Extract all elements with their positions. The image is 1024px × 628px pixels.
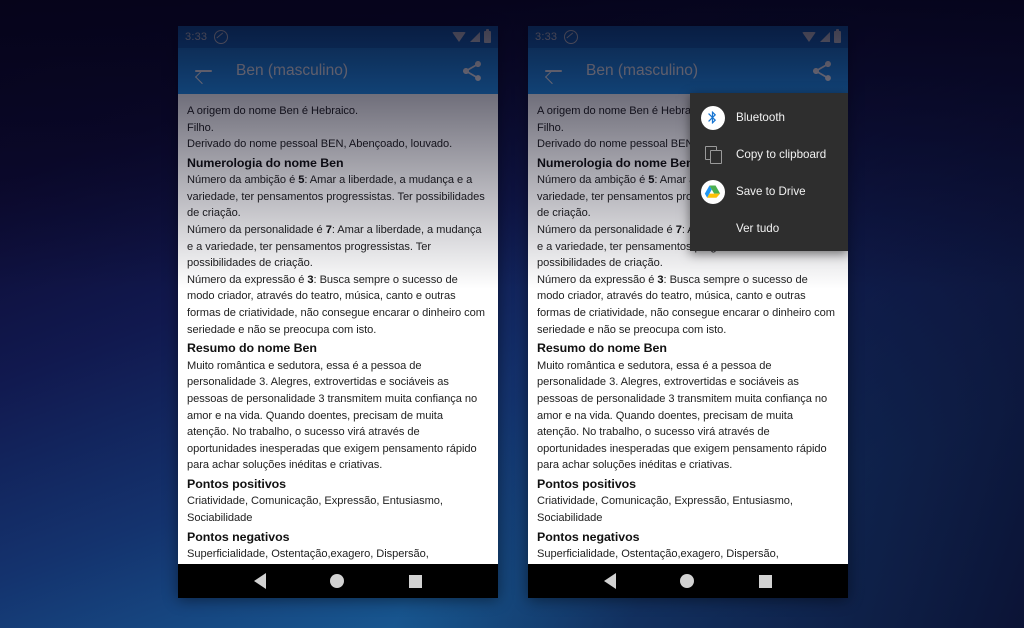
content-paragraph: Superficialidade, Ostentação,exagero, Di… [187,548,429,561]
share-menu-item-ver-tudo[interactable]: Ver tudo [690,210,848,247]
content-paragraph: Superficialidade, Ostentação,exagero, Di… [537,548,779,561]
content-heading: Pontos positivos [537,476,637,491]
nav-recents-icon[interactable] [758,574,772,588]
share-menu-item-label: Save to Drive [736,185,806,198]
navigation-bar [178,564,498,598]
nav-back-icon[interactable] [254,573,267,589]
share-menu[interactable]: Bluetooth Copy to clipboard Save to Driv… [690,93,848,251]
navigation-bar [528,564,848,598]
share-menu-item-label: Copy to clipboard [736,148,827,161]
share-menu-item-bluetooth[interactable]: Bluetooth [690,99,848,136]
bluetooth-icon [700,105,725,130]
content-heading: Pontos positivos [187,476,287,491]
share-menu-item-label: Bluetooth [736,111,785,124]
share-menu-item-label: Ver tudo [736,222,780,235]
content-heading: Resumo do nome Ben [537,341,667,356]
content-heading: Pontos negativos [187,529,290,544]
share-menu-item-save-to-drive[interactable]: Save to Drive [690,173,848,210]
share-menu-item-copy-to-clipboard[interactable]: Copy to clipboard [690,136,848,173]
content-paragraph: Criatividade, Comunicação, Expressão, En… [537,495,793,524]
wallpaper-background [0,0,1024,628]
nav-back-icon[interactable] [604,573,617,589]
google-drive-icon [700,179,725,204]
content-heading: Pontos negativos [537,529,640,544]
nav-home-icon[interactable] [330,574,345,588]
content-heading: Resumo do nome Ben [187,341,317,356]
content-paragraph: Muito romântica e sedutora, essa é a pes… [187,359,478,472]
nav-recents-icon[interactable] [408,574,422,588]
copy-icon [700,142,725,167]
content-paragraph: Muito romântica e sedutora, essa é a pes… [537,359,828,472]
content-paragraph: Criatividade, Comunicação, Expressão, En… [187,495,443,524]
nav-home-icon[interactable] [680,574,695,588]
